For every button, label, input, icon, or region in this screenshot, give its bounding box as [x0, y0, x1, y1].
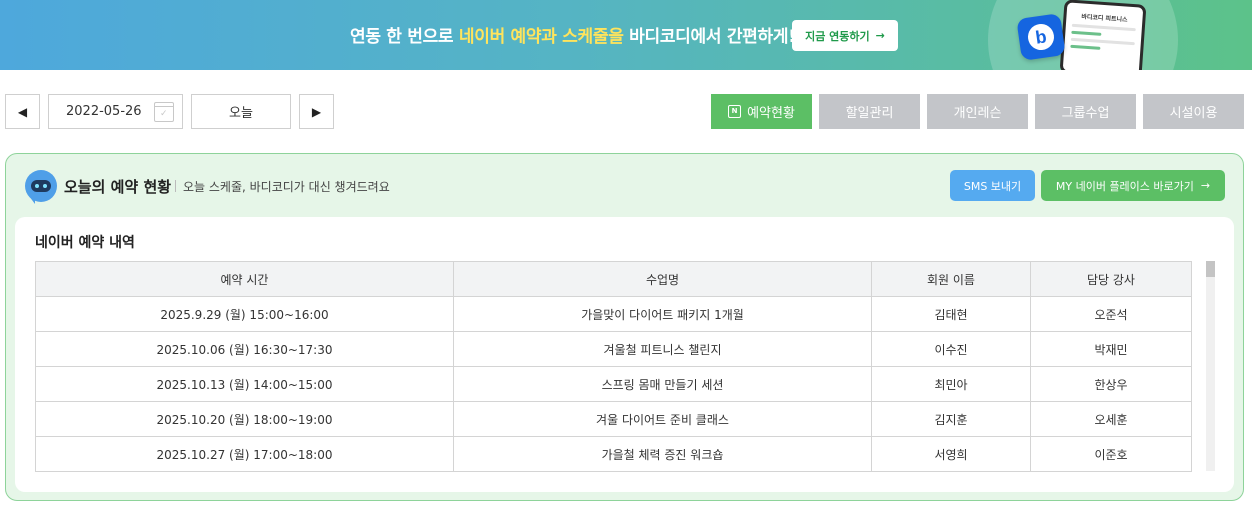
divider	[175, 180, 176, 192]
calendar-icon[interactable]: ✓	[154, 102, 174, 122]
today-reservation-panel: 오늘의 예약 현황 오늘 스케줄, 바디코디가 대신 챙겨드려요 SMS 보내기…	[5, 153, 1244, 501]
table-cell: 오세훈	[1030, 401, 1192, 437]
scrollbar-thumb[interactable]	[1206, 261, 1215, 277]
phone-line	[1070, 37, 1135, 46]
column-header: 예약 시간	[35, 261, 454, 297]
tab-label: 예약현황	[747, 106, 795, 121]
column-header: 수업명	[453, 261, 872, 297]
tab-reservation-status[interactable]: N 예약현황	[711, 94, 812, 129]
table-scrollbar[interactable]	[1206, 261, 1215, 471]
table-cell: 가을철 체력 증진 워크숍	[453, 436, 872, 472]
table-cell: 이준호	[1030, 436, 1192, 472]
reservation-table: 예약 시간 수업명 회원 이름 담당 강사 2025.9.29 (월) 15:0…	[35, 261, 1192, 472]
tab-todo[interactable]: 할일관리	[819, 94, 920, 129]
tab-group-class[interactable]: 그룹수업	[1035, 94, 1136, 129]
table-cell: 한상우	[1030, 366, 1192, 402]
table-row[interactable]: 2025.9.29 (월) 15:00~16:00 가을맞이 다이어트 패키지 …	[35, 296, 1192, 332]
table-cell: 박재민	[1030, 331, 1192, 367]
prev-day-button[interactable]: ◀	[5, 94, 40, 129]
arrow-right-icon: →	[1200, 179, 1211, 192]
naver-place-button[interactable]: MY 네이버 플레이스 바로가기 →	[1041, 170, 1225, 201]
column-header: 담당 강사	[1030, 261, 1192, 297]
promo-banner: 연동 한 번으로 네이버 예약과 스케줄을 바디코디에서 간편하게! 지금 연동…	[0, 0, 1252, 70]
tab-facility[interactable]: 시설이용	[1143, 94, 1244, 129]
table-cell: 가을맞이 다이어트 패키지 1개월	[453, 296, 872, 332]
today-button[interactable]: 오늘	[191, 94, 291, 129]
table-header-row: 예약 시간 수업명 회원 이름 담당 강사	[35, 261, 1192, 297]
logo-letter: b	[1026, 22, 1056, 52]
table-cell: 김지훈	[871, 401, 1031, 437]
table-cell: 서영희	[871, 436, 1031, 472]
table-row[interactable]: 2025.10.20 (월) 18:00~19:00 겨울 다이어트 준비 클래…	[35, 401, 1192, 437]
phone-title: 바디코디 피트니스	[1081, 13, 1128, 24]
column-header: 회원 이름	[871, 261, 1031, 297]
arrow-right-icon: →	[875, 29, 885, 42]
reservation-card-title: 네이버 예약 내역	[35, 235, 135, 251]
reservation-card: 네이버 예약 내역 예약 시간 수업명 회원 이름 담당 강사 2025.9.2…	[15, 217, 1234, 492]
triangle-left-icon: ◀	[17, 104, 28, 119]
date-value: 2022-05-26	[66, 104, 142, 119]
panel-subtitle: 오늘 스케줄, 바디코디가 대신 챙겨드려요	[183, 180, 390, 194]
next-day-button[interactable]: ▶	[299, 94, 334, 129]
table-cell: 스프링 몸매 만들기 세션	[453, 366, 872, 402]
bodycodi-logo-icon: b	[1016, 13, 1066, 61]
connect-now-label: 지금 연동하기	[805, 29, 870, 43]
table-row[interactable]: 2025.10.13 (월) 14:00~15:00 스프링 몸매 만들기 세션…	[35, 366, 1192, 402]
reservation-table-wrap: 예약 시간 수업명 회원 이름 담당 강사 2025.9.29 (월) 15:0…	[35, 261, 1192, 472]
banner-text-before: 연동 한 번으로	[350, 27, 459, 47]
naver-place-label: MY 네이버 플레이스 바로가기	[1055, 179, 1194, 193]
date-picker[interactable]: 2022-05-26 ✓	[48, 94, 183, 129]
banner-text-after: 바디코디에서 간편하게!	[623, 27, 796, 47]
table-cell: 2025.10.20 (월) 18:00~19:00	[35, 401, 454, 437]
table-row[interactable]: 2025.10.06 (월) 16:30~17:30 겨울철 피트니스 챌린지 …	[35, 331, 1192, 367]
table-cell: 2025.10.27 (월) 17:00~18:00	[35, 436, 454, 472]
table-cell: 최민아	[871, 366, 1031, 402]
table-cell: 김태현	[871, 296, 1031, 332]
phone-line	[1070, 44, 1101, 50]
banner-headline: 연동 한 번으로 네이버 예약과 스케줄을 바디코디에서 간편하게!	[350, 22, 796, 47]
table-cell: 2025.9.29 (월) 15:00~16:00	[35, 296, 454, 332]
panel-title: 오늘의 예약 현황	[64, 178, 172, 196]
table-cell: 겨울 다이어트 준비 클래스	[453, 401, 872, 437]
tab-personal-lesson[interactable]: 개인레슨	[927, 94, 1028, 129]
robot-chat-icon	[25, 170, 57, 204]
table-cell: 2025.10.13 (월) 14:00~15:00	[35, 366, 454, 402]
table-cell: 겨울철 피트니스 챌린지	[453, 331, 872, 367]
naver-calendar-icon: N	[728, 105, 742, 118]
triangle-right-icon: ▶	[311, 104, 322, 119]
table-row[interactable]: 2025.10.27 (월) 17:00~18:00 가을철 체력 증진 워크숍…	[35, 436, 1192, 472]
send-sms-button[interactable]: SMS 보내기	[950, 170, 1035, 201]
connect-now-button[interactable]: 지금 연동하기 →	[792, 20, 898, 51]
phone-line	[1071, 23, 1136, 32]
phone-illustration: 바디코디 피트니스	[1059, 0, 1147, 70]
table-cell: 이수진	[871, 331, 1031, 367]
table-cell: 오준석	[1030, 296, 1192, 332]
phone-line	[1071, 30, 1102, 36]
table-cell: 2025.10.06 (월) 16:30~17:30	[35, 331, 454, 367]
banner-text-highlight: 네이버 예약과 스케줄을	[458, 27, 624, 47]
